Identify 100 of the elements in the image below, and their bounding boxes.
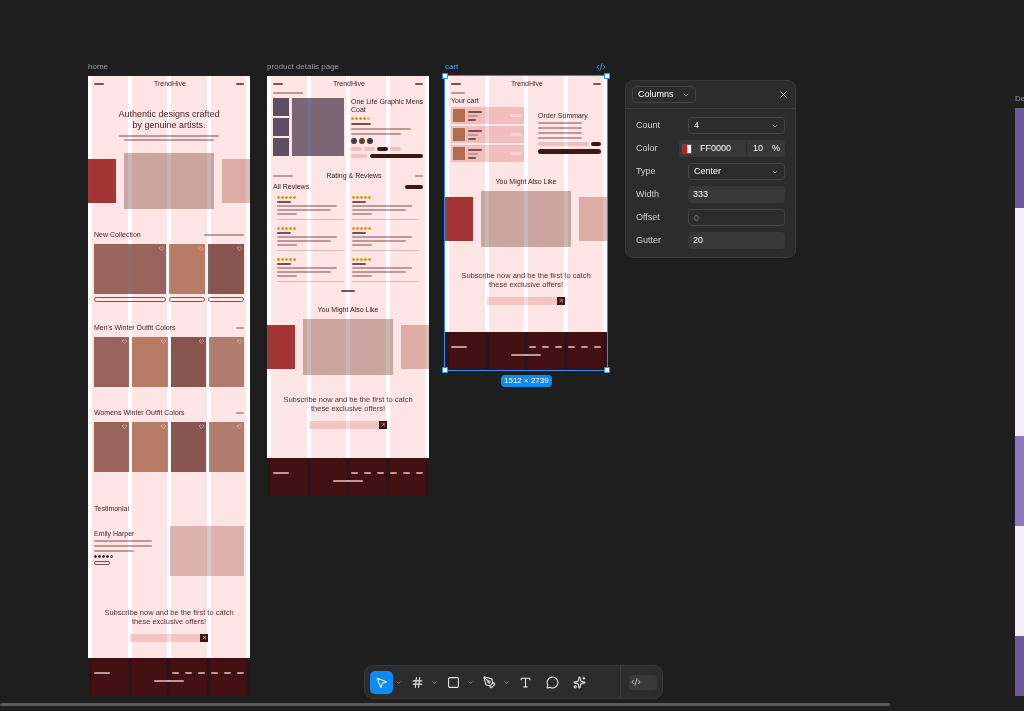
heart-icon [160,424,166,429]
arrow-icon [558,298,564,304]
email-field[interactable] [309,421,379,429]
heart-icon [237,424,242,429]
text-placeholder [236,411,244,414]
photo-placeholder [267,325,295,369]
photo-placeholder [445,197,473,241]
submit-button[interactable] [557,297,565,305]
add-to-cart-button[interactable] [169,297,205,302]
scrollbar[interactable] [0,703,890,706]
frame[interactable] [88,76,250,696]
gutter-field[interactable]: 20 [688,232,785,249]
heart-icon [198,246,203,251]
arrow-icon [201,635,207,641]
property-label: Gutter [636,233,662,247]
text-placeholder [273,174,293,177]
property-label: Count [636,118,662,132]
percent-sign: % [772,141,780,155]
photo-placeholder [453,128,465,141]
property-label: Offset [636,210,661,224]
color-swatch[interactable] [359,138,365,144]
email-field[interactable] [130,634,200,642]
width-field[interactable]: 333 [688,186,785,203]
text-placeholder [593,82,601,85]
heart-icon [237,246,242,251]
tool-button[interactable] [370,670,393,694]
size-badge: 1512 × 2739 [501,375,552,387]
property-label: Width [636,187,660,201]
apply-button[interactable] [591,142,601,146]
text-placeholder [415,174,423,177]
chevron-icon[interactable] [503,678,510,686]
email-field[interactable] [487,297,557,305]
dev-mode-toggle[interactable] [629,674,657,690]
property-label: Type [636,164,657,178]
submit-button[interactable] [379,421,387,429]
type-dropdown[interactable]: Center [688,163,785,180]
frame-label[interactable]: product details page [267,63,340,71]
frame-label[interactable]: De [1015,95,1024,103]
resize-handle[interactable] [604,367,610,373]
text-placeholder [451,82,461,85]
code-icon[interactable] [596,62,606,72]
sparkles-icon [573,675,586,689]
text-icon [519,675,532,689]
heart-icon [122,339,128,344]
layout-type-dropdown[interactable]: Columns [632,86,696,103]
speech-bubble-icon [546,675,559,689]
size-option[interactable] [377,147,388,151]
write-review-button[interactable] [405,184,423,189]
color-hex-field[interactable]: FF0000 [700,141,740,156]
pill-button[interactable] [94,561,110,565]
photo-placeholder [579,197,607,241]
color-swatch[interactable] [367,138,373,144]
photo-placeholder [453,147,465,160]
heart-icon [237,339,242,344]
resize-handle[interactable] [442,367,448,373]
heart-icon [160,339,166,344]
count-dropdown[interactable]: 4 [688,117,785,134]
text-placeholder [236,326,244,329]
heart-icon [122,424,128,429]
heart-icon [198,339,204,344]
frame-preview[interactable] [1015,108,1024,696]
text-placeholder [94,82,104,85]
promo-code-field[interactable] [538,142,589,146]
photo-placeholder [222,159,250,203]
heart-icon [159,246,164,251]
frame-label[interactable]: cart [445,63,459,71]
photo-placeholder [292,98,344,156]
chevron-icon[interactable] [467,678,474,686]
chevron-icon[interactable] [395,678,402,686]
text-placeholder [204,233,244,236]
submit-button[interactable] [200,634,208,642]
photo-placeholder [273,118,289,136]
offset-field[interactable]: 0 [688,209,785,226]
square-icon [447,675,460,689]
resize-handle[interactable] [442,73,448,79]
resize-handle[interactable] [604,73,610,79]
text-placeholder [415,82,423,85]
photo-placeholder [453,109,465,122]
close-icon[interactable] [778,89,789,100]
checkout-button[interactable] [538,149,601,154]
color-swatch[interactable] [351,138,357,144]
pen-icon [483,675,496,689]
photo-placeholder [273,138,289,156]
frame-label[interactable]: home [88,63,108,71]
add-to-cart-button[interactable] [94,297,166,302]
heart-icon [198,424,204,429]
add-to-cart-button[interactable] [208,297,244,302]
text-placeholder [236,82,244,85]
color-swatch[interactable] [682,143,692,154]
hash-icon [411,675,424,689]
pointer-icon [375,675,388,689]
photo-placeholder [401,325,429,369]
photo-placeholder [273,98,289,116]
photo-placeholder [88,159,116,203]
hero-title: Authentic designs crafted by genuine artists. [117,109,221,131]
code-icon [631,677,641,687]
property-label: Color [636,141,659,155]
chevron-icon[interactable] [431,678,438,686]
arrow-icon [380,422,386,428]
opacity-field[interactable]: 10 [746,141,772,156]
